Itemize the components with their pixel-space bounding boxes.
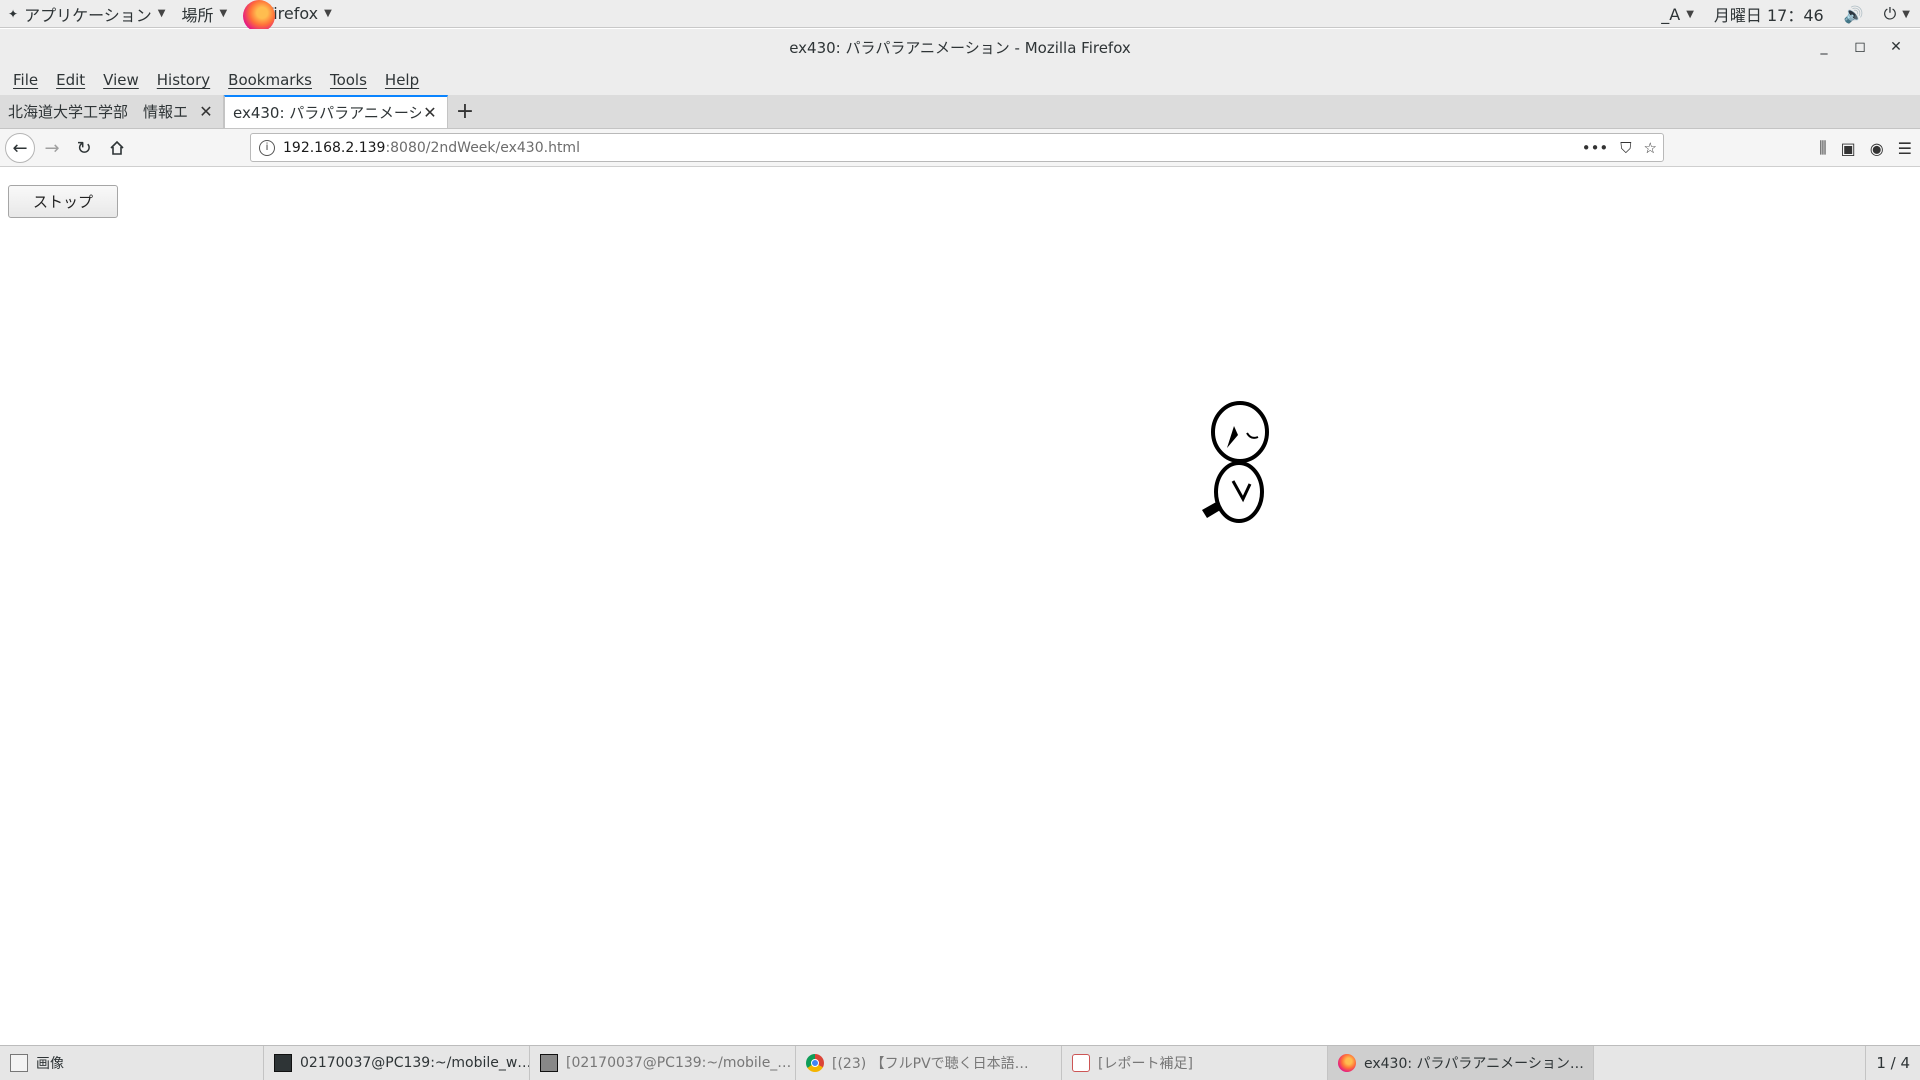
menu-file[interactable]: File bbox=[4, 71, 47, 89]
document-icon bbox=[1072, 1054, 1090, 1072]
menu-bookmarks[interactable]: Bookmarks bbox=[219, 71, 321, 89]
toolbar-right: ⫼ ▣ ◉ ☰ bbox=[1819, 133, 1912, 163]
arrow-left-icon: ← bbox=[12, 137, 28, 159]
library-icon[interactable]: ⫼ bbox=[1819, 138, 1826, 158]
chevron-down-icon: ▼ bbox=[219, 8, 228, 19]
power-icon: ⏻ bbox=[1883, 4, 1897, 23]
applications-menu[interactable]: ✦ アプリケーション ▼ bbox=[0, 0, 173, 28]
chevron-down-icon: ▼ bbox=[157, 8, 166, 19]
home-icon bbox=[110, 140, 124, 155]
input-method-indicator[interactable]: _A ▼ bbox=[1651, 5, 1704, 24]
url-bar[interactable]: i 192.168.2.139 :8080/2ndWeek/ex430.html… bbox=[250, 133, 1664, 162]
tab-title: 北海道大学工学部 情報エ bbox=[8, 103, 189, 121]
page-actions-icon[interactable]: ••• bbox=[1582, 139, 1609, 157]
menu-edit[interactable]: Edit bbox=[47, 71, 94, 89]
taskbar-item-firefox[interactable]: ex430: パラパラアニメーション… bbox=[1328, 1046, 1594, 1080]
terminal-icon bbox=[540, 1054, 558, 1072]
workspace-indicator[interactable]: 1 / 4 bbox=[1865, 1046, 1920, 1080]
window-list-taskbar: 画像 02170037@PC139:~/mobile_w… [02170037@… bbox=[0, 1045, 1920, 1080]
volume-icon[interactable]: 🔊 bbox=[1834, 5, 1874, 24]
reload-button[interactable]: ↻ bbox=[70, 134, 98, 162]
system-tray: _A ▼ 月曜日 17：46 🔊 ⏻ ▼ bbox=[1651, 0, 1920, 28]
tab-ex430[interactable]: ex430: パラパラアニメーシ ✕ bbox=[224, 95, 448, 128]
arrow-right-icon: → bbox=[44, 137, 60, 159]
app-menu[interactable]: Firefox ▼ bbox=[235, 0, 340, 32]
close-tab-icon[interactable]: ✕ bbox=[421, 103, 439, 122]
maximize-button[interactable]: ◻ bbox=[1842, 39, 1878, 55]
menu-help[interactable]: Help bbox=[376, 71, 428, 89]
taskbar-item-label: [02170037@PC139:~/mobile_… bbox=[566, 1055, 792, 1071]
input-method-label: _A bbox=[1661, 4, 1681, 24]
bookmark-star-icon[interactable]: ☆ bbox=[1644, 139, 1657, 157]
window-titlebar: ex430: パラパラアニメーション - Mozilla Firefox _ ◻… bbox=[0, 29, 1920, 65]
animation-character-image bbox=[1202, 401, 1269, 523]
stop-button[interactable]: ストップ bbox=[8, 185, 118, 218]
site-info-icon[interactable]: i bbox=[259, 139, 275, 156]
minimize-button[interactable]: _ bbox=[1806, 39, 1842, 55]
sidebar-icon[interactable]: ▣ bbox=[1841, 139, 1856, 158]
chevron-down-icon: ▼ bbox=[1902, 8, 1910, 20]
sync-account-icon[interactable]: ◉ bbox=[1870, 139, 1884, 158]
places-label: 場所 bbox=[181, 5, 214, 25]
firefox-icon bbox=[1338, 1054, 1356, 1072]
plus-icon: + bbox=[455, 99, 475, 124]
tab-title: ex430: パラパラアニメーシ bbox=[233, 104, 421, 122]
taskbar-item-label: [レポート補足] bbox=[1098, 1056, 1193, 1072]
taskbar-item-label: 02170037@PC139:~/mobile_w… bbox=[300, 1055, 530, 1071]
navigation-toolbar: ← → ↻ i 192.168.2.139 :8080/2ndWeek/ex43… bbox=[0, 129, 1920, 167]
forward-button[interactable]: → bbox=[38, 134, 66, 162]
close-window-button[interactable]: ✕ bbox=[1878, 39, 1914, 55]
back-button[interactable]: ← bbox=[5, 133, 35, 163]
taskbar-item-report[interactable]: [レポート補足] bbox=[1062, 1046, 1328, 1080]
applications-label: アプリケーション bbox=[24, 5, 152, 25]
menu-tools[interactable]: Tools bbox=[321, 71, 376, 89]
url-host: 192.168.2.139 bbox=[283, 139, 386, 156]
taskbar-item-chrome[interactable]: [(23) 【フルPVで聴く日本語… bbox=[796, 1046, 1062, 1080]
home-button[interactable] bbox=[103, 134, 131, 162]
taskbar-item-label: ex430: パラパラアニメーション… bbox=[1364, 1056, 1584, 1072]
tab-hokudai[interactable]: 北海道大学工学部 情報エ ✕ bbox=[0, 95, 224, 128]
hamburger-menu-icon[interactable]: ☰ bbox=[1898, 139, 1912, 158]
menu-history[interactable]: History bbox=[148, 71, 219, 89]
chevron-down-icon: ▼ bbox=[1686, 8, 1694, 20]
gnome-top-bar: ✦ アプリケーション ▼ 場所 ▼ Firefox ▼ _A ▼ 月曜日 17：… bbox=[0, 0, 1920, 32]
applications-icon: ✦ bbox=[8, 6, 19, 21]
new-tab-button[interactable]: + bbox=[448, 95, 482, 128]
taskbar-item-terminal-1[interactable]: 02170037@PC139:~/mobile_w… bbox=[264, 1046, 530, 1080]
url-path: :8080/2ndWeek/ex430.html bbox=[385, 139, 580, 156]
taskbar-item-label: 画像 bbox=[36, 1056, 64, 1072]
clock[interactable]: 月曜日 17：46 bbox=[1704, 2, 1834, 26]
firefox-logo-icon bbox=[243, 0, 276, 32]
image-viewer-icon bbox=[10, 1054, 28, 1072]
taskbar-item-terminal-2[interactable]: [02170037@PC139:~/mobile_… bbox=[530, 1046, 796, 1080]
places-menu[interactable]: 場所 ▼ bbox=[173, 0, 235, 28]
page-content: ストップ bbox=[0, 167, 1920, 1045]
taskbar-item-label: [(23) 【フルPVで聴く日本語… bbox=[832, 1056, 1029, 1072]
window-controls: _ ◻ ✕ bbox=[1806, 29, 1914, 65]
menu-view[interactable]: View bbox=[94, 71, 148, 89]
taskbar-item-image-viewer[interactable]: 画像 bbox=[0, 1046, 264, 1080]
reload-icon: ↻ bbox=[76, 137, 92, 159]
url-actions: ••• ⛉ ☆ bbox=[1582, 134, 1657, 161]
menu-bar: File Edit View History Bookmarks Tools H… bbox=[0, 65, 1920, 95]
power-menu[interactable]: ⏻ ▼ bbox=[1874, 4, 1920, 24]
window-title: ex430: パラパラアニメーション - Mozilla Firefox bbox=[789, 38, 1131, 57]
chrome-icon bbox=[806, 1054, 824, 1072]
chevron-down-icon: ▼ bbox=[324, 8, 332, 19]
close-tab-icon[interactable]: ✕ bbox=[197, 102, 215, 121]
tab-bar: 北海道大学工学部 情報エ ✕ ex430: パラパラアニメーシ ✕ + bbox=[0, 95, 1920, 129]
terminal-icon bbox=[274, 1054, 292, 1072]
pocket-icon[interactable]: ⛉ bbox=[1620, 139, 1631, 157]
